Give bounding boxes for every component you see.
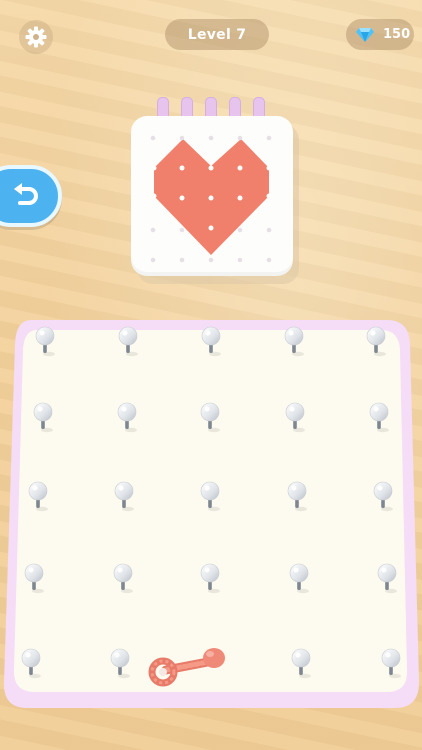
rope-loop-start	[148, 657, 178, 687]
board-surface	[13, 330, 408, 692]
rope-end-knot	[203, 648, 225, 668]
gem-counter: 150	[346, 19, 414, 50]
gem-count: 150	[383, 27, 411, 42]
heart-pattern	[150, 135, 272, 263]
settings-button[interactable]	[19, 20, 53, 54]
level-indicator: Level 7	[165, 19, 269, 50]
undo-arrow-icon	[14, 183, 38, 205]
target-pattern-card	[131, 116, 293, 276]
diamond-icon	[356, 27, 374, 42]
gear-icon	[25, 26, 47, 48]
level-label: Level 7	[187, 26, 247, 43]
undo-button[interactable]	[0, 165, 62, 227]
peg-board[interactable]	[3, 318, 421, 710]
